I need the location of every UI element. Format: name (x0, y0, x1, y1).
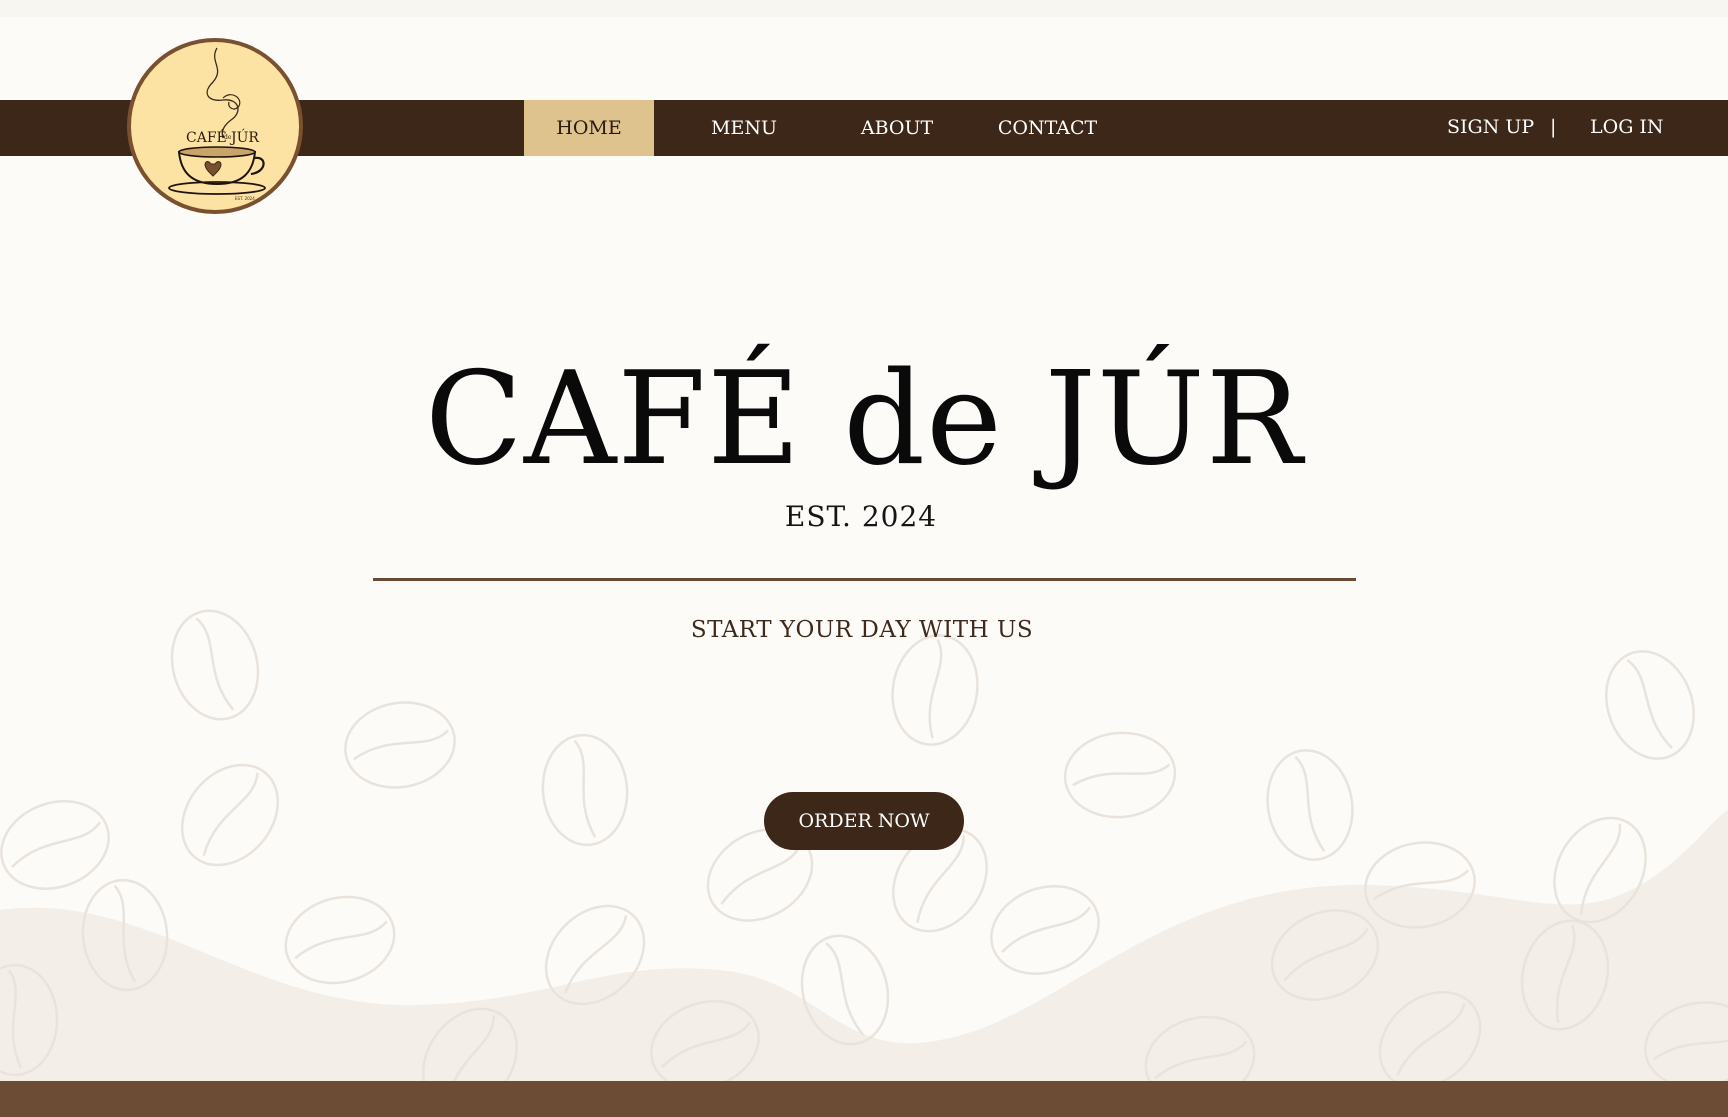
sign-up-link[interactable]: SIGN UP (1447, 100, 1534, 156)
coffee-bean-icon (541, 733, 629, 847)
coffee-bean-icon (180, 763, 280, 867)
nav-about[interactable]: ABOUT (852, 100, 942, 156)
nav-menu[interactable]: MENU (694, 100, 794, 156)
hero-title: CAFÉ de JÚR (424, 345, 1304, 494)
coffee-bean-icon (1266, 749, 1354, 861)
cafe-logo[interactable]: CAFÉ de JÚR EST. 2024 (127, 38, 303, 214)
hero-divider (373, 578, 1356, 581)
coffee-bean-icon (1605, 650, 1695, 760)
established-text: EST. 2024 (784, 500, 938, 533)
log-in-link[interactable]: LOG IN (1590, 100, 1664, 156)
logo-text-left: CAFÉ (186, 128, 227, 146)
footer-bar (0, 1081, 1728, 1117)
auth-separator: | (1550, 116, 1557, 138)
coffee-bean-icon (1063, 731, 1177, 819)
logo-text-right: JÚR (229, 128, 259, 146)
nav-home[interactable]: HOME (524, 100, 654, 156)
coffee-bean-icon (284, 895, 396, 985)
hero-tagline: START YOUR DAY WITH US (690, 617, 1034, 643)
coffee-bean-icon (344, 701, 456, 789)
nav-contact[interactable]: CONTACT (995, 100, 1100, 156)
logo-est-text: EST. 2024 (235, 196, 255, 201)
order-now-button[interactable]: ORDER NOW (764, 792, 964, 850)
coffee-bean-icon (891, 634, 979, 746)
coffee-cup-logo-icon: CAFÉ de JÚR EST. 2024 (168, 47, 266, 201)
